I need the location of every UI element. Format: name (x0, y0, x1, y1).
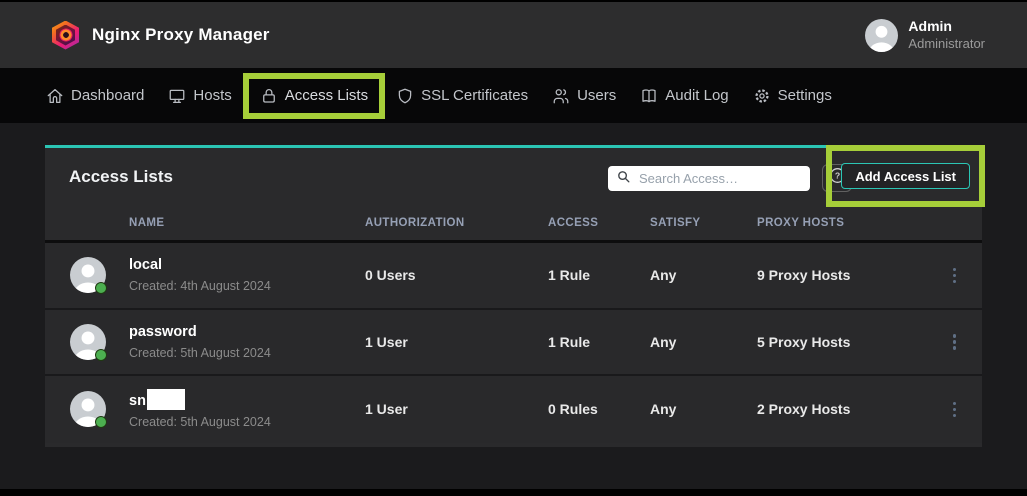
avatar (70, 257, 106, 293)
online-status-dot (95, 416, 107, 428)
lock-icon (260, 87, 278, 105)
annotation-highlight-access-lists: Access Lists (243, 73, 385, 119)
row-access: 0 Rules (548, 401, 650, 417)
nginx-proxy-manager-app: Nginx Proxy Manager Admin Administrator … (0, 0, 1027, 496)
user-menu[interactable]: Admin Administrator (865, 18, 985, 52)
online-status-dot (95, 282, 107, 294)
row-actions-cell (927, 398, 982, 422)
row-avatar-cell (45, 391, 129, 427)
nav-item-ssl-certificates[interactable]: SSL Certificates (396, 87, 528, 105)
panel-title: Access Lists (69, 167, 173, 187)
col-header-authorization: AUTHORIZATION (365, 217, 548, 229)
row-menu-kebab-icon[interactable] (949, 398, 961, 422)
col-header-proxy-hosts: PROXY HOSTS (757, 217, 927, 229)
online-status-dot (95, 349, 107, 361)
row-access: 1 Rule (548, 334, 650, 350)
row-proxy-hosts: 5 Proxy Hosts (757, 334, 927, 350)
shield-icon (396, 87, 414, 105)
monitor-icon (168, 87, 186, 105)
row-satisfy: Any (650, 401, 757, 417)
table-header: NAME AUTHORIZATION ACCESS SATISFY PROXY … (45, 205, 982, 243)
gear-icon (753, 87, 771, 105)
row-satisfy: Any (650, 267, 757, 283)
row-menu-kebab-icon[interactable] (949, 330, 961, 354)
avatar (70, 391, 106, 427)
row-authorization: 1 User (365, 334, 548, 350)
main-nav: Dashboard Hosts Access Lists SSL Certifi… (0, 68, 1027, 123)
nav-item-audit-log[interactable]: Audit Log (640, 87, 728, 105)
row-created: Created: 5th August 2024 (129, 415, 365, 429)
table-row: sn Created: 5th August 2024 1 User 0 Rul… (45, 376, 982, 443)
row-created: Created: 4th August 2024 (129, 279, 365, 293)
nav-item-settings[interactable]: Settings (753, 87, 832, 105)
table-row: local Created: 4th August 2024 0 Users 1… (45, 243, 982, 310)
table-body: local Created: 4th August 2024 0 Users 1… (45, 243, 982, 443)
row-name-cell: password Created: 5th August 2024 (129, 324, 365, 360)
row-proxy-hosts: 9 Proxy Hosts (757, 267, 927, 283)
users-icon (552, 87, 570, 105)
row-avatar-cell (45, 324, 129, 360)
col-header-satisfy: SATISFY (650, 217, 757, 229)
row-avatar-cell (45, 257, 129, 293)
row-name: password (129, 324, 197, 340)
row-satisfy: Any (650, 334, 757, 350)
nav-item-users[interactable]: Users (552, 87, 616, 105)
col-header-name: NAME (129, 217, 365, 229)
row-access: 1 Rule (548, 267, 650, 283)
row-name: local (129, 257, 162, 273)
nav-item-access-lists[interactable]: Access Lists (260, 87, 368, 105)
redaction-box (147, 389, 185, 410)
search-icon (616, 169, 631, 189)
row-actions-cell (927, 330, 982, 354)
row-authorization: 1 User (365, 401, 548, 417)
user-role: Administrator (908, 36, 985, 52)
nav-item-dashboard[interactable]: Dashboard (46, 87, 144, 105)
search-input[interactable] (639, 171, 802, 186)
table-row: password Created: 5th August 2024 1 User… (45, 310, 982, 377)
row-proxy-hosts: 2 Proxy Hosts (757, 401, 927, 417)
row-menu-kebab-icon[interactable] (949, 264, 961, 288)
row-actions-cell (927, 264, 982, 288)
user-avatar (865, 19, 898, 52)
row-name-cell: local Created: 4th August 2024 (129, 257, 365, 293)
row-authorization: 0 Users (365, 267, 548, 283)
annotation-highlight-add-button: Add Access List (826, 145, 985, 207)
col-header-access: ACCESS (548, 217, 650, 229)
row-name: sn (129, 393, 146, 409)
access-lists-panel: Access Lists ? Add Access List NAME AUTH… (45, 145, 982, 447)
top-bar: Nginx Proxy Manager Admin Administrator (0, 0, 1027, 68)
book-icon (640, 87, 658, 105)
app-logo-icon (52, 21, 79, 50)
row-name-cell: sn Created: 5th August 2024 (129, 389, 365, 429)
row-created: Created: 5th August 2024 (129, 346, 365, 360)
app-title: Nginx Proxy Manager (92, 25, 270, 45)
search-box (608, 166, 810, 191)
panel-header: Access Lists ? Add Access List (45, 148, 982, 205)
avatar (70, 324, 106, 360)
nav-item-hosts[interactable]: Hosts (168, 87, 231, 105)
home-icon (46, 87, 64, 105)
bottom-black-strip (0, 489, 1027, 496)
add-access-list-button[interactable]: Add Access List (841, 163, 970, 189)
user-name: Admin (908, 18, 985, 36)
